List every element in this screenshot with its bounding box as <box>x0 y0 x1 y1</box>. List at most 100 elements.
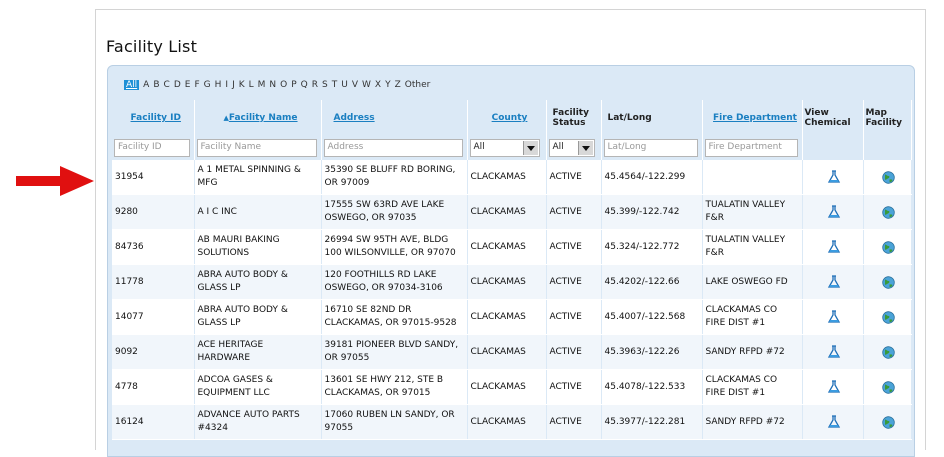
alpha-link-n[interactable]: N <box>269 80 276 90</box>
cell-facility-name[interactable]: AB MAURI BAKING SOLUTIONS <box>194 229 322 265</box>
alpha-link-u[interactable]: U <box>341 80 348 90</box>
alpha-link-q[interactable]: Q <box>301 80 308 90</box>
cell-facility-name[interactable]: ABRA AUTO BODY & GLASS LP <box>194 264 322 300</box>
status-filter-select[interactable]: All <box>548 139 595 157</box>
col-header-facility-id[interactable]: Facility ID <box>112 100 195 136</box>
county-filter-select[interactable]: All <box>469 139 540 157</box>
cell-facility-name-text[interactable]: ADVANCE AUTO PARTS <box>198 410 300 420</box>
cell-facility-name[interactable]: ABRA AUTO BODY & GLASS LP <box>194 299 322 335</box>
cell-facility-name-text[interactable]: EQUIPMENT LLC <box>198 388 270 398</box>
cell-facility-name-text[interactable]: SOLUTIONS <box>198 248 250 258</box>
alpha-link-w[interactable]: W <box>362 80 371 90</box>
alpha-link-y[interactable]: Y <box>385 80 391 90</box>
chevron-down-icon[interactable] <box>577 141 593 155</box>
cell-map-facility[interactable] <box>863 264 912 300</box>
alpha-link-x[interactable]: X <box>375 80 381 90</box>
alpha-link-e[interactable]: E <box>185 80 191 90</box>
globe-icon[interactable] <box>882 240 895 254</box>
address-filter-input[interactable]: Address <box>323 139 463 157</box>
col-header-address[interactable]: Address <box>321 100 468 136</box>
cell-map-facility[interactable] <box>863 299 912 335</box>
alpha-link-all[interactable]: All <box>124 80 140 90</box>
cell-map-facility[interactable] <box>863 194 912 230</box>
cell-facility-name-text[interactable]: ABRA AUTO BODY & <box>198 270 288 280</box>
flask-icon[interactable] <box>827 380 841 394</box>
alpha-link-v[interactable]: V <box>352 80 358 90</box>
cell-facility-name-text[interactable]: GLASS LP <box>198 318 241 328</box>
alpha-link-m[interactable]: M <box>258 80 266 90</box>
globe-icon[interactable] <box>882 380 895 394</box>
cell-facility-name-text[interactable]: AB MAURI BAKING <box>198 235 280 245</box>
flask-icon[interactable] <box>827 415 841 429</box>
cell-facility-name-text[interactable]: GLASS LP <box>198 283 241 293</box>
globe-icon[interactable] <box>882 415 895 429</box>
flask-icon[interactable] <box>827 170 841 184</box>
globe-icon[interactable] <box>882 275 895 289</box>
cell-view-chemical[interactable] <box>802 299 864 335</box>
cell-view-chemical[interactable] <box>802 334 864 370</box>
chevron-down-icon[interactable] <box>522 141 538 155</box>
cell-map-facility[interactable] <box>863 334 912 370</box>
facility-id-filter-input[interactable]: Facility ID <box>114 139 190 157</box>
filter-cell-latlong: Lat/Long <box>601 136 703 160</box>
alpha-link-t[interactable]: T <box>332 80 338 90</box>
cell-facility-name[interactable]: ACE HERITAGE HARDWARE <box>194 334 322 370</box>
alpha-link-b[interactable]: B <box>153 80 159 90</box>
cell-latlong-text: 45.4007/-122.568 <box>604 311 686 322</box>
cell-map-facility[interactable] <box>863 160 912 195</box>
alpha-link-c[interactable]: C <box>164 80 170 90</box>
cell-facility-name-text[interactable]: HARDWARE <box>198 353 251 363</box>
cell-facility-name-text[interactable]: A 1 METAL SPINNING & <box>198 165 301 175</box>
alpha-link-h[interactable]: H <box>215 80 222 90</box>
alpha-link-d[interactable]: D <box>174 80 181 90</box>
cell-facility-name-text[interactable]: A I C INC <box>198 207 237 217</box>
cell-view-chemical[interactable] <box>802 160 864 195</box>
cell-map-facility[interactable] <box>863 229 912 265</box>
cell-facility-name[interactable]: ADVANCE AUTO PARTS #4324 <box>194 404 322 440</box>
globe-icon[interactable] <box>882 310 895 324</box>
alpha-link-g[interactable]: G <box>204 80 211 90</box>
alpha-link-a[interactable]: A <box>143 80 149 90</box>
cell-facility-name-text[interactable]: ABRA AUTO BODY & <box>198 305 288 315</box>
flask-icon[interactable] <box>827 275 841 289</box>
globe-icon[interactable] <box>882 205 895 219</box>
cell-map-facility[interactable] <box>863 369 912 405</box>
cell-view-chemical[interactable] <box>802 194 864 230</box>
col-header-county[interactable]: County <box>467 100 547 136</box>
alpha-link-l[interactable]: L <box>249 80 254 90</box>
cell-facility-name-text[interactable]: ADCOA GASES & <box>198 375 273 385</box>
alpha-link-p[interactable]: P <box>291 80 296 90</box>
alpha-link-other[interactable]: Other <box>405 80 431 90</box>
latlong-filter-input[interactable]: Lat/Long <box>603 139 698 157</box>
alpha-link-j[interactable]: J <box>232 80 235 90</box>
cell-facility-name-text[interactable]: MFG <box>198 178 218 188</box>
alpha-link-o[interactable]: O <box>280 80 287 90</box>
flask-icon[interactable] <box>827 205 841 219</box>
cell-view-chemical[interactable] <box>802 404 864 440</box>
flask-icon[interactable] <box>827 310 841 324</box>
alpha-link-i[interactable]: I <box>225 80 228 90</box>
cell-view-chemical[interactable] <box>802 264 864 300</box>
cell-map-facility[interactable] <box>863 404 912 440</box>
facility-name-filter-input[interactable]: Facility Name <box>196 139 317 157</box>
fire-department-filter-input[interactable]: Fire Department <box>704 139 798 157</box>
cell-address-text: 17060 RUBEN LN SANDY, OR <box>324 410 455 420</box>
cell-facility-name[interactable]: A 1 METAL SPINNING & MFG <box>194 160 322 195</box>
cell-view-chemical[interactable] <box>802 369 864 405</box>
flask-icon[interactable] <box>827 240 841 254</box>
cell-view-chemical[interactable] <box>802 229 864 265</box>
alpha-link-k[interactable]: K <box>239 80 245 90</box>
flask-icon[interactable] <box>827 345 841 359</box>
alpha-link-f[interactable]: F <box>194 80 199 90</box>
globe-icon[interactable] <box>882 345 895 359</box>
col-header-fire-department[interactable]: Fire Department <box>702 100 803 136</box>
cell-facility-name-text[interactable]: #4324 <box>198 423 228 433</box>
alpha-link-z[interactable]: Z <box>395 80 401 90</box>
alpha-link-r[interactable]: R <box>312 80 318 90</box>
cell-facility-name[interactable]: A I C INC <box>194 194 322 230</box>
cell-facility-name[interactable]: ADCOA GASES & EQUIPMENT LLC <box>194 369 322 405</box>
col-header-facility-name[interactable]: ▲Facility Name <box>194 100 322 136</box>
cell-facility-name-text[interactable]: ACE HERITAGE <box>198 340 264 350</box>
alpha-link-s[interactable]: S <box>322 80 328 90</box>
globe-icon[interactable] <box>882 170 895 184</box>
